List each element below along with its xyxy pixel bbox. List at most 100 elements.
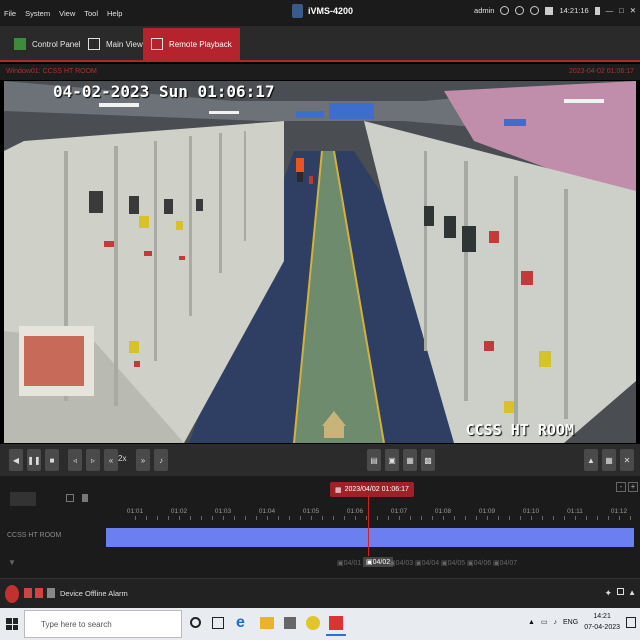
titlebar-right: admin 14:21:16 — □ ✕ [474, 6, 636, 15]
date-item[interactable]: ▣04/07 [493, 559, 517, 567]
menu-file[interactable]: File [4, 9, 16, 18]
ivms-taskbar-icon[interactable] [326, 612, 346, 636]
date-item[interactable]: ▣04/01 [337, 559, 361, 567]
username[interactable]: admin [474, 6, 494, 15]
ruler-tick [443, 516, 444, 520]
capture-icon[interactable]: ▣ [385, 449, 399, 471]
store-icon[interactable] [284, 617, 296, 629]
alarm-event-icon[interactable] [24, 588, 32, 598]
notifications-icon[interactable] [626, 616, 636, 628]
window-division-icon[interactable]: ▲ [584, 449, 598, 471]
app-logo-icon [292, 4, 303, 18]
cortana-icon[interactable] [190, 617, 201, 628]
ruler-tick [234, 516, 235, 520]
tab-remote-playback[interactable]: Remote Playback [143, 28, 240, 60]
lock-track-icon[interactable] [66, 494, 74, 502]
playback-control-bar: ◀ ❚❚ ■ ◃ ▹ « 2x » ♪ ▤ ▣ ▦ ▩ ▲ ▦ ✕ [0, 444, 640, 476]
network-icon[interactable]: ▭ [541, 618, 548, 626]
ruler-tick [619, 516, 620, 520]
tray-expand-icon[interactable]: ▲ [528, 619, 535, 626]
alarm-bar: Device Offline Alarm ✦ ▲ [0, 578, 640, 608]
track-label: CCSS HT ROOM [7, 532, 62, 539]
fullscreen-icon[interactable]: ✕ [620, 449, 634, 471]
taskbar-clock[interactable]: 14:21 07-04-2023 [584, 611, 620, 633]
bookmark-icon[interactable] [82, 494, 88, 502]
collapse-icon[interactable]: ▲ [628, 588, 636, 597]
image-icon[interactable]: ▩ [421, 449, 435, 471]
ruler-tick [333, 516, 334, 520]
ruler-tick [410, 516, 411, 520]
system-time: 14:21:16 [559, 6, 589, 15]
settings-icon[interactable] [515, 6, 525, 15]
language-indicator[interactable]: ENG [563, 619, 578, 626]
ruler-tick [278, 516, 279, 520]
close-button[interactable]: ✕ [630, 6, 636, 15]
restore-icon[interactable] [617, 588, 624, 595]
ruler-tick [179, 516, 180, 520]
maximize-button[interactable]: □ [619, 6, 624, 15]
lock-icon[interactable] [500, 6, 510, 15]
zoom-in-button[interactable]: + [628, 482, 638, 492]
ruler-tick [168, 516, 169, 520]
edge-browser-icon[interactable]: e [236, 615, 248, 631]
date-item[interactable]: ▣04/06 [467, 559, 491, 567]
control-panel-icon [14, 38, 26, 50]
volume-icon[interactable]: ♪ [154, 449, 168, 471]
frame-back-button[interactable]: ◃ [68, 449, 82, 471]
menu-view[interactable]: View [59, 9, 75, 18]
ruler-label: 01:10 [522, 508, 540, 515]
task-view-icon[interactable] [212, 617, 224, 629]
minimize-button[interactable]: — [606, 6, 614, 15]
pin-icon[interactable]: ✦ [604, 588, 612, 599]
video-playback-frame[interactable]: 04-02-2023 Sun 01:06:17 CCSS HT ROOM [4, 81, 636, 443]
tab-label: Control Panel [32, 39, 81, 49]
slow-down-button[interactable]: « [104, 449, 118, 471]
module-tab-bar: Control Panel Main View Remote Playback [0, 26, 640, 62]
recording-track-bar[interactable] [106, 528, 634, 547]
ruler-label: 01:03 [214, 508, 232, 515]
ruler-tick [322, 516, 323, 520]
ruler-tick [586, 516, 587, 520]
alarm-message[interactable]: Device Offline Alarm [60, 589, 128, 598]
tab-control-panel[interactable]: Control Panel [6, 28, 88, 60]
ruler-tick [487, 516, 488, 520]
chrome-icon[interactable] [306, 616, 320, 630]
alarm-icon[interactable] [5, 585, 19, 603]
menu-system[interactable]: System [25, 9, 50, 18]
calendar-icon: ▦ [335, 486, 342, 494]
speed-up-button[interactable]: » [136, 449, 150, 471]
clock-time: 14:21 [593, 613, 611, 620]
alarm-record-icon[interactable] [35, 588, 43, 598]
time-cursor[interactable] [368, 496, 369, 556]
alarm-sound-icon[interactable] [530, 6, 540, 15]
window-timestamp: 2023-04-02 01:06:17 [569, 68, 634, 75]
alarm-sound-toggle-icon[interactable] [47, 588, 55, 598]
windows-start-icon[interactable] [6, 618, 18, 630]
date-item[interactable]: ▣04/05 [441, 559, 465, 567]
ruler-tick [201, 516, 202, 520]
resource-icon[interactable] [545, 6, 554, 15]
menu-tool[interactable]: Tool [84, 9, 98, 18]
stop-button[interactable]: ■ [45, 449, 59, 471]
download-icon[interactable]: ▦ [403, 449, 417, 471]
speaker-icon[interactable]: ♪ [554, 619, 558, 626]
zoom-out-button[interactable]: - [616, 482, 626, 492]
window-name: Window01: CCSS HT ROOM [6, 68, 97, 75]
tab-main-view[interactable]: Main View [80, 28, 151, 60]
ruler-tick [344, 516, 345, 520]
grid-layout-icon[interactable]: ▦ [602, 449, 616, 471]
file-explorer-icon[interactable] [260, 617, 274, 629]
ruler-tick [520, 516, 521, 520]
current-time-badge: ▦ 2023/04/02 01:06:17 [330, 482, 414, 497]
filter-icon[interactable]: ▼ [8, 558, 16, 567]
pause-button[interactable]: ❚❚ [27, 449, 41, 471]
date-item[interactable]: ▣04/03 [389, 559, 413, 567]
clip-icon[interactable]: ▤ [367, 449, 381, 471]
timeline-mode-icon[interactable] [10, 492, 36, 506]
date-item[interactable]: ▣04/04 [415, 559, 439, 567]
frame-forward-button[interactable]: ▹ [86, 449, 100, 471]
main-view-icon [88, 38, 100, 50]
taskbar-search-box[interactable]: Type here to search [24, 610, 182, 638]
reverse-play-button[interactable]: ◀ [9, 449, 23, 471]
menu-help[interactable]: Help [107, 9, 122, 18]
